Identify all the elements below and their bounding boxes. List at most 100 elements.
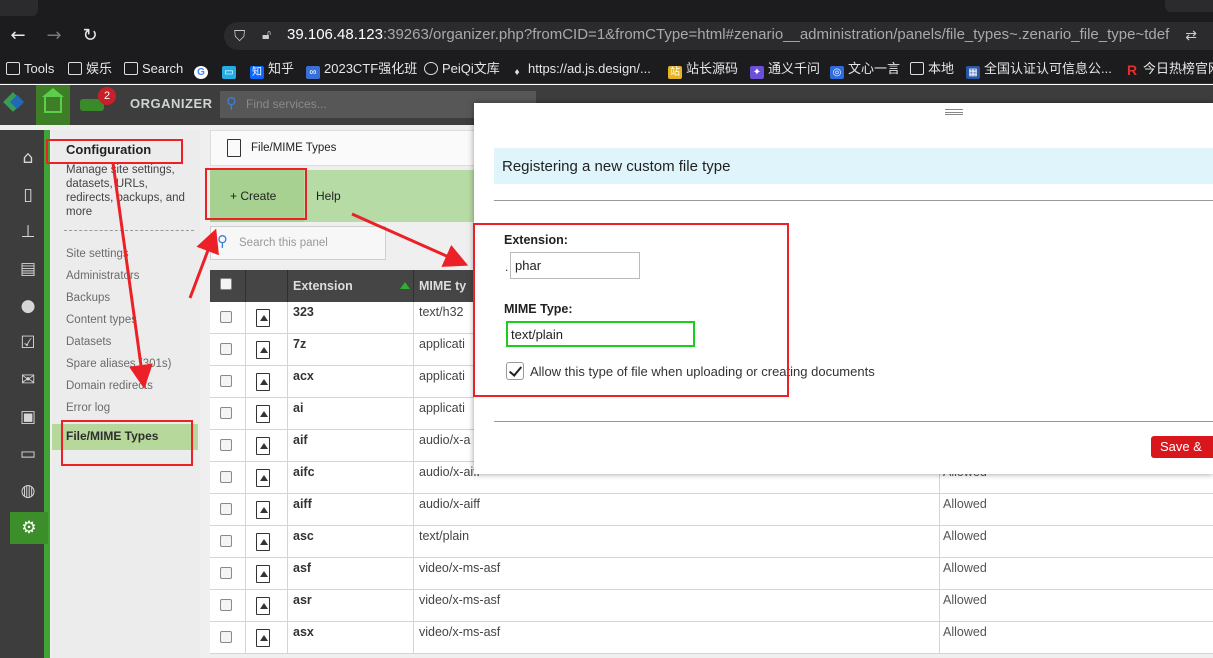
back-icon[interactable]: ← — [6, 24, 30, 48]
tab[interactable] — [1165, 0, 1213, 12]
nav-administrators[interactable]: Administrators — [66, 270, 140, 282]
file-upload-icon — [256, 405, 270, 423]
bookmark-zhihu[interactable]: 知知乎 — [250, 60, 294, 79]
row-checkbox[interactable] — [220, 407, 232, 419]
nav-backups[interactable]: Backups — [66, 292, 110, 304]
bookmark-jsdesign[interactable]: ♦ https://ad.js.design/... — [510, 60, 650, 78]
status-cell: Allowed — [943, 593, 987, 607]
extension-cell: acx — [293, 369, 314, 383]
table-row[interactable]: asr video/x-ms-asf Allowed — [210, 590, 1213, 622]
notifications-button[interactable]: 2 — [76, 85, 120, 125]
nav-spare-aliases[interactable]: Spare aliases (301s) — [66, 358, 171, 370]
folder-icon — [6, 62, 20, 75]
extension-cell: asx — [293, 625, 314, 639]
zhihu-icon: 知 — [250, 66, 264, 79]
user-icon[interactable]: ● — [10, 290, 46, 322]
row-checkbox[interactable] — [220, 567, 232, 579]
checkbox-icon[interactable]: ☑ — [10, 327, 46, 359]
mime-cell: text/h32 — [419, 305, 464, 319]
drag-handle[interactable] — [945, 109, 963, 115]
globe-icon[interactable]: ◍ — [10, 475, 46, 507]
nav-domain-redirects[interactable]: Domain redirects — [66, 380, 153, 392]
bookmark-cert[interactable]: ▦ 全国认证认可信息公... — [966, 60, 1112, 79]
breadcrumb: File/MIME Types — [210, 130, 510, 166]
tab[interactable] — [0, 0, 38, 16]
row-checkbox[interactable] — [220, 439, 232, 451]
zenario-logo[interactable] — [0, 85, 30, 125]
file-upload-icon — [256, 341, 270, 359]
nav-datasets[interactable]: Datasets — [66, 336, 111, 348]
extension-cell: aiff — [293, 497, 312, 511]
nav-content-types[interactable]: Content types — [66, 314, 137, 326]
file-upload-icon — [256, 469, 270, 487]
notification-count: 2 — [98, 87, 116, 105]
sitemap-icon[interactable]: ⊥ — [10, 216, 46, 248]
bookmark-tongyi[interactable]: ✦ 通义千问 — [750, 60, 820, 79]
mime-cell: applicati — [419, 401, 465, 415]
browser-navbar: ← → ↻ ⛉ 🔓︎ 39.106.48.123:39263/organizer… — [0, 18, 1213, 54]
calendar-icon[interactable]: ▭ — [10, 438, 46, 470]
bookmark-ent[interactable]: 娱乐 — [68, 60, 112, 78]
nav-site-settings[interactable]: Site settings — [66, 248, 129, 260]
mime-cell: audio/x-aiff — [419, 497, 480, 511]
url-text[interactable]: 39.106.48.123:39263/organizer.php?fromCI… — [287, 26, 1169, 43]
extension-cell: asf — [293, 561, 312, 575]
bookmark-google[interactable]: G — [194, 60, 212, 79]
bookmark-search[interactable]: Search — [124, 60, 183, 78]
dialog-title: Registering a new custom file type — [494, 148, 1213, 184]
forward-icon[interactable]: → — [42, 24, 66, 48]
panel-search-input[interactable]: ⚲ Search this panel — [210, 226, 386, 260]
nav-error-log[interactable]: Error log — [66, 402, 110, 414]
bookmark-tools[interactable]: Tools — [6, 60, 54, 78]
site-info-icon[interactable]: ⛉ — [234, 27, 245, 45]
bookmark-wenxin[interactable]: ◎ 文心一言 — [830, 60, 900, 79]
status-cell: Allowed — [943, 497, 987, 511]
search-icon: ⚲ — [226, 94, 237, 112]
row-checkbox[interactable] — [220, 311, 232, 323]
help-button[interactable]: Help — [316, 189, 341, 203]
document-icon[interactable]: ▤ — [10, 253, 46, 285]
reload-icon[interactable]: ↻ — [78, 24, 102, 48]
bookmark-peiqi[interactable]: PeiQi文库 — [424, 60, 500, 78]
bookmark-local[interactable]: 本地 — [910, 60, 954, 78]
table-row[interactable]: asc text/plain Allowed — [210, 526, 1213, 558]
mime-cell: applicati — [419, 337, 465, 351]
select-all-checkbox[interactable] — [220, 278, 232, 290]
layout-icon[interactable]: ▣ — [10, 401, 46, 433]
row-checkbox[interactable] — [220, 535, 232, 547]
bookmarks-bar: Tools 娱乐 Search G ▭ 知知乎 ∞ 2023CTF强化班 PeiQ… — [0, 54, 1213, 84]
column-mime[interactable]: MIME ty — [419, 270, 466, 302]
home-icon[interactable]: ⌂ — [10, 142, 46, 174]
translate-icon[interactable]: ⇄ — [1185, 27, 1197, 44]
mime-cell: text/plain — [419, 529, 470, 543]
row-checkbox[interactable] — [220, 375, 232, 387]
row-checkbox[interactable] — [220, 343, 232, 355]
save-button[interactable]: Save & — [1151, 436, 1213, 458]
home-button[interactable] — [36, 85, 70, 125]
file-upload-icon — [256, 597, 270, 615]
mail-icon[interactable]: ✉ — [10, 364, 46, 396]
bookmark-bilibili[interactable]: ▭ — [222, 60, 240, 79]
page-icon[interactable]: ▯ — [10, 179, 46, 211]
gears-icon[interactable]: ⚙ — [10, 512, 48, 544]
table-row[interactable]: asf video/x-ms-asf Allowed — [210, 558, 1213, 590]
address-bar[interactable]: ⛉ 🔓︎ 39.106.48.123:39263/organizer.php?f… — [224, 22, 1213, 50]
row-checkbox[interactable] — [220, 503, 232, 515]
row-checkbox[interactable] — [220, 631, 232, 643]
insecure-lock-icon: 🔓︎ — [262, 27, 272, 43]
bookmark-rebang[interactable]: R今日热榜官网 — [1125, 60, 1213, 78]
table-row[interactable]: aiff audio/x-aiff Allowed — [210, 494, 1213, 526]
divider — [494, 200, 1213, 201]
search-icon: ⚲ — [217, 232, 228, 250]
divider — [64, 230, 194, 231]
browser-tab-strip — [0, 0, 1213, 18]
column-extension[interactable]: Extension — [293, 270, 353, 302]
bookmark-ctf[interactable]: ∞ 2023CTF强化班 — [306, 60, 417, 79]
mime-cell: video/x-ms-asf — [419, 625, 501, 639]
drop-icon: ♦ — [514, 67, 520, 78]
bookmark-zhanzhang[interactable]: 站站长源码 — [668, 60, 738, 79]
row-checkbox[interactable] — [220, 471, 232, 483]
row-checkbox[interactable] — [220, 599, 232, 611]
table-row[interactable]: asx video/x-ms-asf Allowed — [210, 622, 1213, 654]
mime-cell: video/x-ms-asf — [419, 593, 501, 607]
